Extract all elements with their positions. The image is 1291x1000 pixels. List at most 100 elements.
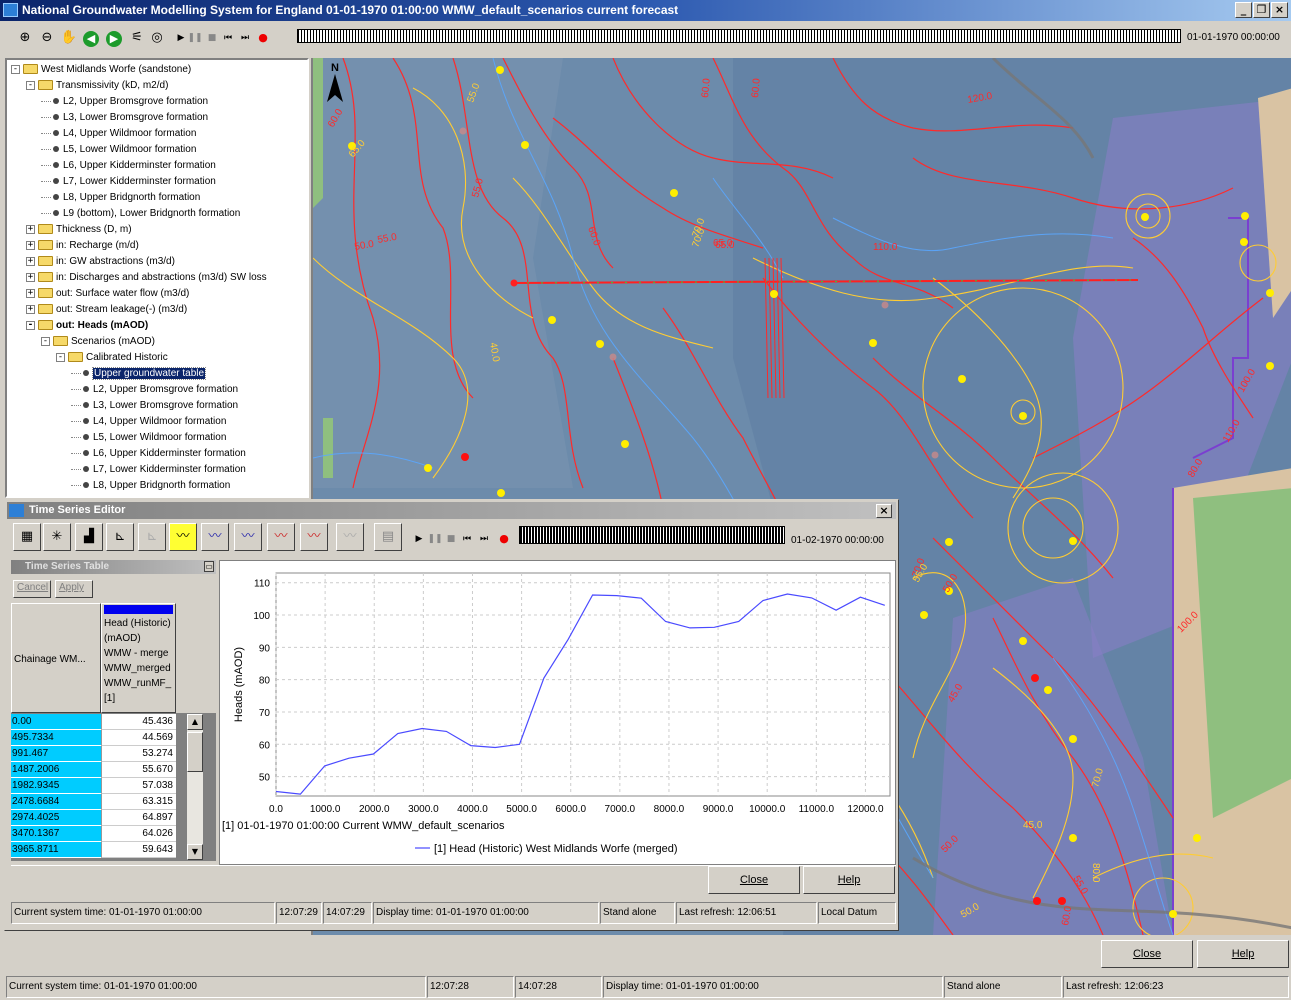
chart-pane[interactable]: 0.0 1000.0 2000.0 3000.0 4000.0 5000.0 6000.0 7… xyxy=(219,560,896,865)
area-chart-icon[interactable]: 〰 xyxy=(234,523,262,551)
tree-item[interactable]: L8, Upper Bridgnorth formation xyxy=(41,190,200,205)
head-cell[interactable]: 64.897 xyxy=(101,810,176,826)
tree-item[interactable]: Upper groundwater table xyxy=(71,366,207,381)
cancel-button[interactable]: Cancel xyxy=(13,580,51,598)
tree-item[interactable]: L3, Lower Bromsgrove formation xyxy=(41,110,208,125)
tree-item[interactable]: L7, Lower Kidderminster formation xyxy=(41,174,216,189)
main-title-bar[interactable]: National Groundwater Modelling System fo… xyxy=(0,0,1291,21)
line-bar-chart-icon[interactable]: ⊾ xyxy=(106,523,134,551)
maximize-button[interactable]: ❐ xyxy=(1253,2,1270,18)
pane-restore-icon[interactable]: ▭ xyxy=(204,561,214,572)
tse-last-icon[interactable]: ⏭ xyxy=(475,530,493,548)
chainage-cell[interactable]: 2478.6684 xyxy=(11,794,101,810)
time-slider[interactable] xyxy=(297,29,1181,43)
expand-icon[interactable]: + xyxy=(26,256,35,266)
tse-help-button[interactable]: Help xyxy=(803,866,895,894)
table-row[interactable]: 1487.2006 55.670 xyxy=(11,762,203,778)
col-header-head[interactable]: Head (Historic) (mAOD) WMW - merge WMW_merg… xyxy=(101,603,176,713)
line-chart-icon[interactable]: 〰 xyxy=(201,523,229,551)
zoom-in-icon[interactable]: ⊕ xyxy=(16,29,34,47)
layers-icon[interactable]: ◎ xyxy=(148,29,166,47)
expand-icon[interactable]: + xyxy=(26,240,35,250)
head-cell[interactable]: 53.274 xyxy=(101,746,176,762)
head-cell[interactable]: 44.569 xyxy=(101,730,176,746)
tree-item[interactable]: - Calibrated Historic xyxy=(56,350,168,365)
time-series-grid[interactable]: Chainage WM... Head (Historic) (mAOD) WMW … xyxy=(11,603,216,861)
pan-hand-icon[interactable]: ✋ xyxy=(60,29,78,47)
expand-icon[interactable]: + xyxy=(26,304,35,314)
tree-item[interactable]: L2, Upper Bromsgrove formation xyxy=(41,94,208,109)
chainage-cell[interactable]: 3965.8711 xyxy=(11,842,101,858)
expand-icon[interactable]: + xyxy=(26,272,35,282)
table-row[interactable]: 495.7334 44.569 xyxy=(11,730,203,746)
back-icon[interactable]: ◀ xyxy=(83,31,99,47)
tree-item[interactable]: L5, Lower Wildmoor formation xyxy=(41,142,196,157)
table-row[interactable]: 2974.4025 64.897 xyxy=(11,810,203,826)
tree-item[interactable]: L4, Upper Wildmoor formation xyxy=(41,126,196,141)
tse-close-button[interactable]: Close xyxy=(708,866,800,894)
band-chart-icon[interactable]: 〰 xyxy=(300,523,328,551)
table-row[interactable]: 1982.9345 57.038 xyxy=(11,778,203,794)
table-row[interactable]: 991.467 53.274 xyxy=(11,746,203,762)
bar-chart-icon[interactable]: ▟ xyxy=(75,523,103,551)
collapse-icon[interactable]: - xyxy=(26,80,35,90)
collapse-icon[interactable]: - xyxy=(56,352,65,362)
tree-item[interactable]: L9 (bottom), Lower Bridgnorth formation xyxy=(41,206,240,221)
head-cell[interactable]: 55.670 xyxy=(101,762,176,778)
tree-item[interactable]: L5, Lower Wildmoor formation xyxy=(71,430,226,445)
chainage-cell[interactable]: 1487.2006 xyxy=(11,762,101,778)
tree-item[interactable]: + in: Recharge (m/d) xyxy=(26,238,139,253)
collapse-icon[interactable]: - xyxy=(11,64,20,74)
apply-button[interactable]: Apply xyxy=(55,580,93,598)
tree-item[interactable]: - Transmissivity (kD, m2/d) xyxy=(26,78,168,93)
tree-item[interactable]: + out: Stream leakage(-) (m3/d) xyxy=(26,302,187,317)
chainage-cell[interactable]: 495.7334 xyxy=(11,730,101,746)
tree-item[interactable]: + in: GW abstractions (m3/d) xyxy=(26,254,175,269)
col-header-chainage[interactable]: Chainage WM... xyxy=(11,603,101,713)
table-row[interactable]: 2478.6684 63.315 xyxy=(11,794,203,810)
scroll-down-icon[interactable]: ▼ xyxy=(187,844,203,860)
pause-icon[interactable]: ❚❚ xyxy=(186,29,204,47)
forward-icon[interactable]: ▶ xyxy=(106,31,122,47)
tse-record-icon[interactable]: ● xyxy=(495,530,513,548)
tree-item[interactable]: + Thickness (D, m) xyxy=(26,222,132,237)
head-cell[interactable]: 57.038 xyxy=(101,778,176,794)
tree-item[interactable]: L3, Lower Bromsgrove formation xyxy=(71,398,238,413)
time-series-editor-dialog[interactable]: Time Series Editor × ▦ ✳ ▟ ⊾ ⊾ 〰 〰 〰 〰 〰… xyxy=(4,499,899,931)
asterisk-icon[interactable]: ✳ xyxy=(43,523,71,551)
head-cell[interactable]: 45.436 xyxy=(101,714,176,730)
scroll-thumb[interactable] xyxy=(187,732,203,772)
chainage-cell[interactable]: 2974.4025 xyxy=(11,810,101,826)
last-frame-icon[interactable]: ⏭ xyxy=(236,29,254,47)
layer-tree[interactable]: - West Midlands Worfe (sandstone) - Transmi… xyxy=(5,58,309,498)
tree-item[interactable]: L7, Lower Kidderminster formation xyxy=(71,462,246,477)
tse-title-bar[interactable]: Time Series Editor × xyxy=(7,502,896,519)
record-icon[interactable]: ● xyxy=(254,29,272,47)
tree-item[interactable]: L6, Upper Kidderminster formation xyxy=(41,158,216,173)
tse-first-icon[interactable]: ⏮ xyxy=(458,530,476,548)
tree-item[interactable]: - Scenarios (mAOD) xyxy=(41,334,155,349)
chainage-cell[interactable]: 3470.1367 xyxy=(11,826,101,842)
collapse-icon[interactable]: - xyxy=(41,336,50,346)
table-row[interactable]: 3470.1367 64.026 xyxy=(11,826,203,842)
tse-time-slider[interactable] xyxy=(519,526,785,544)
tree-item[interactable]: L4, Upper Wildmoor formation xyxy=(71,414,226,429)
chainage-cell[interactable]: 0.00 xyxy=(11,714,101,730)
save-icon[interactable]: ▤ xyxy=(374,523,402,551)
tree-item[interactable]: L8, Upper Bridgnorth formation xyxy=(71,478,230,493)
head-cell[interactable]: 59.643 xyxy=(101,842,176,858)
multi-line-chart-icon[interactable]: 〰 xyxy=(267,523,295,551)
chainage-cell[interactable]: 991.467 xyxy=(11,746,101,762)
tree-item[interactable]: L6, Upper Kidderminster formation xyxy=(71,446,246,461)
scroll-up-icon[interactable]: ▲ xyxy=(187,714,203,730)
table-scrollbar[interactable]: ▲ ▼ xyxy=(187,714,203,860)
tse-close-icon[interactable]: × xyxy=(876,504,892,518)
chainage-cell[interactable]: 1982.9345 xyxy=(11,778,101,794)
expand-icon[interactable]: + xyxy=(26,224,35,234)
tree-item[interactable]: + out: Surface water flow (m3/d) xyxy=(26,286,189,301)
first-frame-icon[interactable]: ⏮ xyxy=(219,29,237,47)
main-help-button[interactable]: Help xyxy=(1197,940,1289,968)
measure-icon[interactable]: ⚟ xyxy=(128,29,146,47)
head-cell[interactable]: 64.026 xyxy=(101,826,176,842)
tree-item[interactable]: - West Midlands Worfe (sandstone) xyxy=(11,62,191,77)
